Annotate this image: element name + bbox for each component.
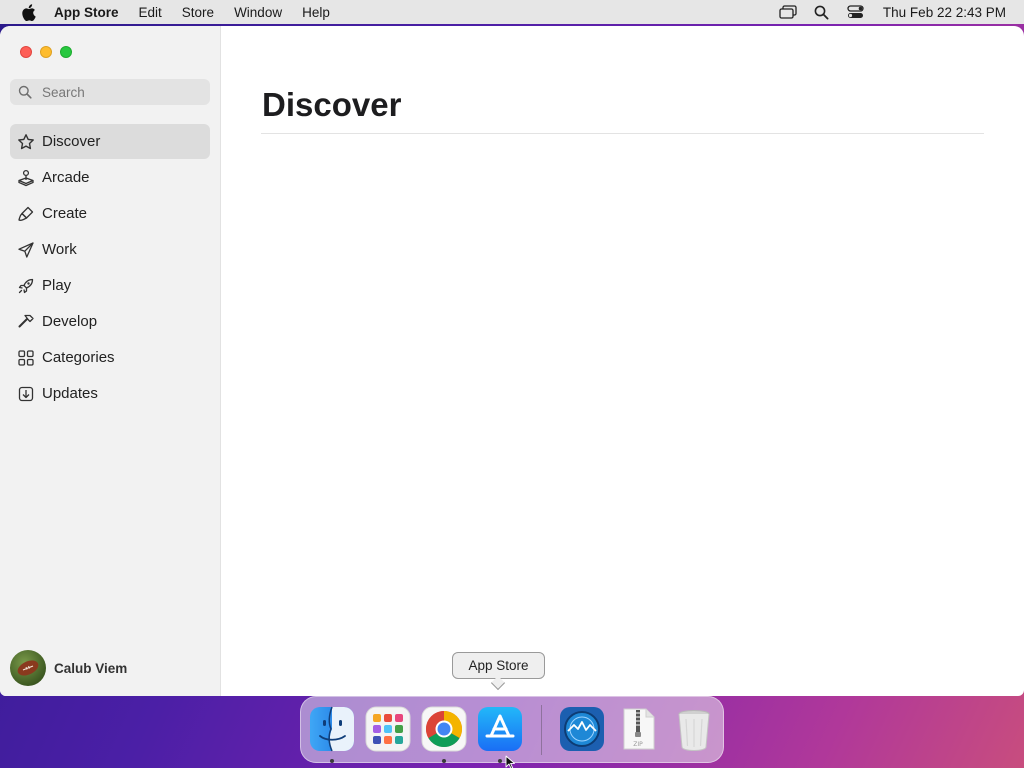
close-window-button[interactable] bbox=[20, 46, 32, 58]
menu-store[interactable]: Store bbox=[182, 5, 214, 20]
sidebar-nav: Discover Arcade Create Work Play Develop… bbox=[10, 124, 210, 412]
sidebar-item-label: Categories bbox=[42, 349, 115, 366]
avatar bbox=[10, 650, 46, 686]
star-icon bbox=[16, 132, 36, 152]
chrome-icon[interactable] bbox=[420, 705, 468, 753]
window-controls bbox=[20, 46, 80, 58]
joystick-icon bbox=[16, 168, 36, 188]
main-content: Discover bbox=[221, 26, 1024, 696]
zip-archive-icon[interactable]: ZIP bbox=[614, 705, 662, 753]
trash-icon[interactable] bbox=[670, 705, 718, 753]
finder-icon[interactable] bbox=[308, 705, 356, 753]
finder-running-indicator bbox=[330, 759, 334, 763]
title-divider bbox=[261, 133, 984, 134]
app-store-icon[interactable] bbox=[476, 705, 524, 753]
menu-edit[interactable]: Edit bbox=[139, 5, 162, 20]
download-icon bbox=[16, 384, 36, 404]
rocket-icon bbox=[16, 276, 36, 296]
screen-mirroring-icon[interactable] bbox=[777, 3, 799, 21]
sidebar-item-play[interactable]: Play bbox=[10, 268, 210, 303]
sidebar-item-categories[interactable]: Categories bbox=[10, 340, 210, 375]
dock: ZIP bbox=[300, 696, 724, 763]
sidebar-item-label: Discover bbox=[42, 133, 101, 150]
sidebar-item-label: Create bbox=[42, 205, 88, 222]
page-title: Discover bbox=[262, 86, 402, 123]
menu-bar-status-area: Thu Feb 22 2:43 PM bbox=[777, 3, 1024, 21]
mouse-cursor-icon bbox=[505, 755, 515, 768]
chrome-running-indicator bbox=[442, 759, 446, 763]
app-store-running-indicator bbox=[498, 759, 502, 763]
maximize-window-button[interactable] bbox=[60, 46, 72, 58]
sidebar: Discover Arcade Create Work bbox=[0, 26, 221, 696]
hammer-icon bbox=[16, 312, 36, 332]
dock-separator bbox=[541, 705, 542, 755]
grid-icon bbox=[16, 348, 36, 368]
spotlight-search-icon[interactable] bbox=[811, 3, 833, 21]
dock-tooltip: App Store bbox=[452, 652, 545, 679]
svg-text:ZIP: ZIP bbox=[633, 741, 643, 748]
minimize-window-button[interactable] bbox=[40, 46, 52, 58]
account-button[interactable]: Calub Viem bbox=[10, 650, 127, 686]
sidebar-item-work[interactable]: Work bbox=[10, 232, 210, 267]
user-name: Calub Viem bbox=[54, 660, 128, 676]
apple-logo-icon[interactable] bbox=[18, 3, 38, 21]
search-field[interactable] bbox=[10, 79, 210, 105]
menu-bar: App Store Edit Store Window Help Thu Feb… bbox=[0, 0, 1024, 24]
sidebar-item-create[interactable]: Create bbox=[10, 196, 210, 231]
sidebar-item-label: Work bbox=[42, 241, 77, 258]
control-center-icon[interactable] bbox=[845, 3, 867, 21]
sidebar-item-develop[interactable]: Develop bbox=[10, 304, 210, 339]
sidebar-item-arcade[interactable]: Arcade bbox=[10, 160, 210, 195]
paper-plane-icon bbox=[16, 240, 36, 260]
app-store-window: Discover Arcade Create Work bbox=[0, 26, 1024, 696]
menu-window[interactable]: Window bbox=[234, 5, 282, 20]
sidebar-item-label: Play bbox=[42, 277, 72, 294]
sidebar-item-label: Arcade bbox=[42, 169, 90, 186]
search-input[interactable] bbox=[42, 84, 202, 100]
menu-bar-clock[interactable]: Thu Feb 22 2:43 PM bbox=[883, 5, 1006, 20]
sidebar-item-label: Develop bbox=[42, 313, 98, 330]
search-icon bbox=[18, 84, 34, 100]
brush-icon bbox=[16, 204, 36, 224]
menu-help[interactable]: Help bbox=[302, 5, 330, 20]
system-monitor-icon[interactable] bbox=[558, 705, 606, 753]
sidebar-item-updates[interactable]: Updates bbox=[10, 376, 210, 411]
launchpad-icon[interactable] bbox=[364, 705, 412, 753]
sidebar-item-discover[interactable]: Discover bbox=[10, 124, 210, 159]
menu-app-name[interactable]: App Store bbox=[54, 5, 119, 20]
sidebar-item-label: Updates bbox=[42, 385, 98, 402]
